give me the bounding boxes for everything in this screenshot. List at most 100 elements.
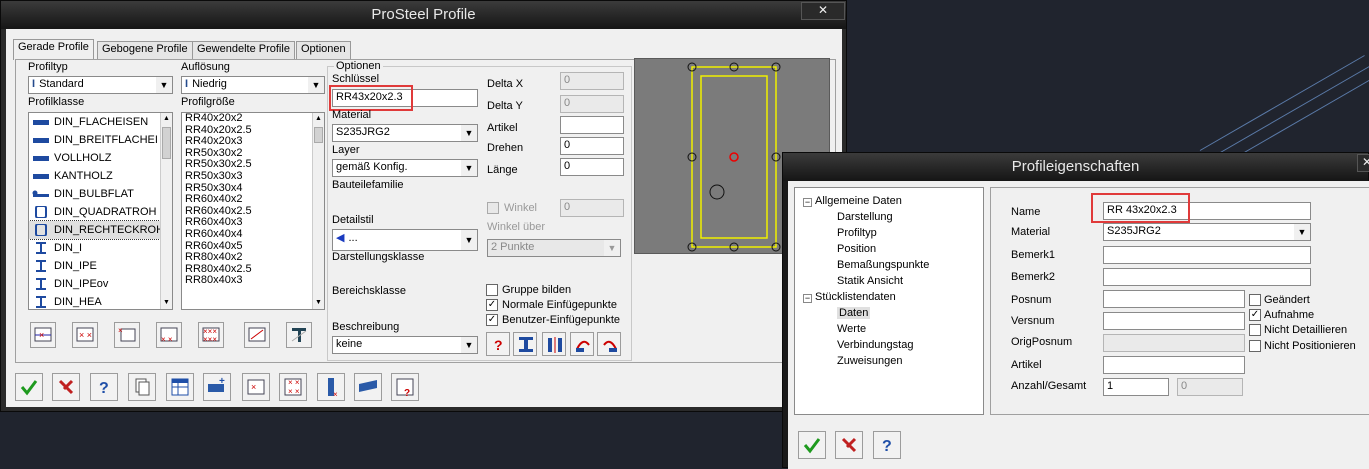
versnum-field[interactable] [1103, 312, 1245, 330]
profilgroesse-scrollbar[interactable]: ▲ ▼ [312, 113, 324, 309]
insert-left-bottom-button[interactable]: × [30, 322, 56, 348]
rotate-left-button[interactable] [570, 332, 594, 356]
copy-document-button[interactable] [128, 373, 156, 401]
layer-select[interactable]: gemäß Konfig. ▼ [332, 159, 478, 177]
nicht-positionieren-checkbox[interactable] [1249, 340, 1261, 352]
close-button[interactable]: ✕ [801, 2, 845, 20]
profilgroesse-list[interactable]: RR40x20x2 RR40x20x2.5 RR40x20x3 RR50x30x2 RR… [181, 112, 325, 310]
laenge-field[interactable]: 0 [560, 158, 624, 176]
profilgroesse-item[interactable]: RR60x40x2 [182, 194, 324, 206]
profilklasse-item[interactable]: VOLLHOLZ [29, 149, 172, 167]
material-select[interactable]: S235JRG2 ▼ [332, 124, 478, 142]
column-profile-button[interactable]: × [317, 373, 345, 401]
profilgroesse-item[interactable]: RR80x40x3 [182, 275, 324, 287]
beam-profile-button[interactable] [354, 373, 382, 401]
profilklasse-item[interactable]: DIN_FLACHEISEN [29, 113, 172, 131]
profiltyp-select[interactable]: I Standard ▼ [28, 76, 173, 94]
tree-node-daten[interactable]: Daten [837, 307, 871, 319]
profilklasse-item[interactable]: DIN_IPE [29, 257, 172, 275]
profilklasse-item[interactable]: DIN_RECHTECKROH [29, 220, 172, 240]
profilklasse-item[interactable]: DIN_QUADRATROH [29, 203, 172, 221]
tree-node-position[interactable]: Position [837, 243, 876, 255]
scroll-down-icon[interactable]: ▼ [313, 297, 324, 309]
profilgroesse-item[interactable]: RR50x30x3 [182, 170, 324, 183]
props-help-button[interactable]: ? [873, 431, 901, 459]
delta-y-field[interactable]: 0 [560, 95, 624, 113]
insert-points-column-button[interactable]: × × × × [279, 373, 307, 401]
bemerk2-field[interactable] [1103, 268, 1311, 286]
profilgroesse-item[interactable]: RR40x20x2 [182, 113, 324, 125]
help-profile-button[interactable]: ? [486, 332, 510, 356]
aufloesung-select[interactable]: I Niedrig ▼ [181, 76, 325, 94]
tree-node-darstellung[interactable]: Darstellung [837, 211, 893, 223]
tree-node-profiltyp[interactable]: Profiltyp [837, 227, 877, 239]
help-button[interactable]: ? [90, 373, 118, 401]
angle-button[interactable] [244, 322, 270, 348]
benutzer-einfuegepunkte-checkbox[interactable]: ✓ [486, 314, 498, 326]
props-tree[interactable]: − Allgemeine Daten Darstellung Profiltyp… [794, 187, 984, 415]
profilklasse-item[interactable]: DIN_HEA [29, 293, 172, 309]
cancel-button[interactable] [52, 373, 80, 401]
profilklasse-item[interactable]: DIN_IPEov [29, 275, 172, 293]
tree-node-stuecklistendaten[interactable]: Stücklistendaten [815, 291, 896, 303]
scroll-up-icon[interactable]: ▲ [313, 113, 324, 125]
nicht-detaillieren-checkbox[interactable] [1249, 324, 1261, 336]
geaendert-checkbox[interactable] [1249, 294, 1261, 306]
aufnahme-checkbox[interactable]: ✓ [1249, 309, 1261, 321]
scroll-up-icon[interactable]: ▲ [161, 113, 172, 125]
table-button[interactable] [166, 373, 194, 401]
profilklasse-list[interactable]: DIN_FLACHEISEN DIN_BREITFLACHEI VOLLHOLZ KA… [28, 112, 173, 310]
add-profile-button[interactable]: + [203, 373, 231, 401]
tree-node-verbindungstag[interactable]: Verbindungstag [837, 339, 913, 351]
scroll-thumb[interactable] [314, 127, 323, 143]
profilklasse-item[interactable]: DIN_BREITFLACHEI [29, 131, 172, 149]
tree-node-statik-ansicht[interactable]: Statik Ansicht [837, 275, 903, 287]
material-select[interactable]: S235JRG2 ▼ [1103, 223, 1311, 241]
winkel-ueber-select[interactable]: 2 Punkte ▼ [487, 239, 621, 257]
tab-gebogene-profile[interactable]: Gebogene Profile [97, 41, 193, 59]
gruppe-bilden-checkbox[interactable] [486, 284, 498, 296]
artikel-field[interactable] [560, 116, 624, 134]
detailstil-select[interactable]: ◀... ▼ [332, 229, 478, 251]
winkel-field[interactable]: 0 [560, 199, 624, 217]
collapse-icon[interactable]: − [803, 198, 812, 207]
collapse-icon[interactable]: − [803, 294, 812, 303]
i-profile-button[interactable] [513, 332, 537, 356]
delta-x-field[interactable]: 0 [560, 72, 624, 90]
beschreibung-select[interactable]: keine ▼ [332, 336, 478, 354]
tab-optionen[interactable]: Optionen [296, 41, 351, 59]
props-close-button[interactable]: ✕ [1357, 154, 1369, 172]
normale-einfuegepunkte-checkbox[interactable]: ✓ [486, 299, 498, 311]
props-ok-button[interactable] [798, 431, 826, 459]
insert-points-button[interactable]: × × [156, 322, 182, 348]
insert-corner-button[interactable]: × [114, 322, 140, 348]
tab-gewendelte-profile[interactable]: Gewendelte Profile [192, 41, 295, 59]
profile-angle-button[interactable] [286, 322, 312, 348]
profilgroesse-item[interactable]: RR60x40x4 [182, 228, 324, 241]
insert-all-points-button[interactable]: ××× ××× [198, 322, 224, 348]
tree-node-werte[interactable]: Werte [837, 323, 866, 335]
winkel-checkbox[interactable] [487, 202, 499, 214]
anzahl-field[interactable]: 1 [1103, 378, 1169, 396]
profilklasse-item[interactable]: DIN_BULBFLAT [29, 185, 172, 203]
tree-node-zuweisungen[interactable]: Zuweisungen [837, 355, 902, 367]
profile-help-button[interactable]: ? [391, 373, 419, 401]
drehen-field[interactable]: 0 [560, 137, 624, 155]
scroll-thumb[interactable] [162, 127, 171, 159]
tab-gerade-profile[interactable]: Gerade Profile [13, 39, 94, 60]
profilklasse-item[interactable]: KANTHOLZ [29, 167, 172, 185]
insert-center-button[interactable]: × × [72, 322, 98, 348]
mirror-button[interactable] [542, 332, 566, 356]
tree-node-bemassungspunkte[interactable]: Bemaßungspunkte [837, 259, 929, 271]
scroll-down-icon[interactable]: ▼ [161, 297, 172, 309]
artikel-field[interactable] [1103, 356, 1245, 374]
props-cancel-button[interactable] [835, 431, 863, 459]
bemerk1-field[interactable] [1103, 246, 1311, 264]
insert-point-left-button[interactable]: × [242, 373, 270, 401]
tree-node-allgemeine-daten[interactable]: Allgemeine Daten [815, 195, 902, 207]
rotate-right-button[interactable] [597, 332, 621, 356]
ok-button[interactable] [15, 373, 43, 401]
posnum-field[interactable] [1103, 290, 1245, 308]
profilgroesse-item[interactable]: RR80x40x2 [182, 252, 324, 264]
profilklasse-scrollbar[interactable]: ▲ ▼ [160, 113, 172, 309]
